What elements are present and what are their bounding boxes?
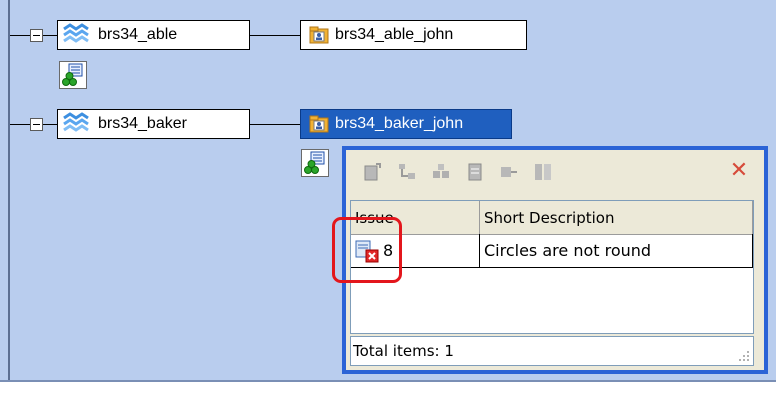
tree-node-brs34-baker[interactable]: brs34_baker <box>57 109 250 139</box>
tree-line <box>250 35 300 36</box>
move-icon[interactable] <box>498 161 520 183</box>
issues-table: Issue Short Description 8 Circles are no… <box>350 200 754 334</box>
tree-line <box>250 124 300 125</box>
split-icon[interactable] <box>532 161 554 183</box>
diagram-icon[interactable] <box>301 149 329 177</box>
issue-error-icon <box>355 240 379 262</box>
description-cell: Circles are not round <box>480 234 753 267</box>
indent-icon[interactable] <box>396 161 418 183</box>
total-items-label: Total items: 1 <box>353 342 454 360</box>
folder-user-icon <box>309 26 329 44</box>
tree-node-brs34-able[interactable]: brs34_able <box>57 20 250 50</box>
folder-user-icon <box>309 115 329 133</box>
column-header-short-description[interactable]: Short Description <box>480 201 753 234</box>
node-label: brs34_baker <box>98 115 187 132</box>
issues-toolbar: ✕ <box>346 150 764 194</box>
subsystem-icon <box>63 112 89 132</box>
tree-line <box>43 124 57 125</box>
canvas-left-border <box>8 0 10 382</box>
document-icon[interactable] <box>464 161 486 183</box>
tree-line <box>10 124 30 125</box>
node-label: brs34_baker_john <box>335 115 464 132</box>
tree-node-brs34-able-john[interactable]: brs34_able_john <box>300 20 527 50</box>
tree-node-brs34-baker-john[interactable]: brs34_baker_john <box>300 109 512 139</box>
group-icon[interactable] <box>430 161 452 183</box>
collapse-toggle[interactable] <box>30 29 43 42</box>
column-header-issue[interactable]: Issue <box>351 201 480 234</box>
issue-number: 8 <box>383 241 394 260</box>
table-header-row: Issue Short Description <box>351 201 753 235</box>
issues-panel: ✕ Issue Short Description 8 Circles are … <box>346 150 764 370</box>
close-icon[interactable]: ✕ <box>728 160 750 182</box>
table-row[interactable]: 8 Circles are not round <box>351 234 753 268</box>
status-bar: Total items: 1 <box>350 336 754 366</box>
issues-popup: ✕ Issue Short Description 8 Circles are … <box>342 146 768 374</box>
node-label: brs34_able <box>98 26 178 43</box>
resize-grip-icon[interactable] <box>738 350 750 362</box>
subsystem-icon <box>63 23 89 43</box>
tree-line <box>10 35 30 36</box>
tree-line <box>43 35 57 36</box>
issue-cell: 8 <box>351 234 480 267</box>
canvas-bottom-border <box>0 380 776 382</box>
node-label: brs34_able_john <box>335 26 454 43</box>
collapse-toggle[interactable] <box>30 118 43 131</box>
new-issue-icon[interactable] <box>362 161 384 183</box>
diagram-icon[interactable] <box>59 61 87 89</box>
